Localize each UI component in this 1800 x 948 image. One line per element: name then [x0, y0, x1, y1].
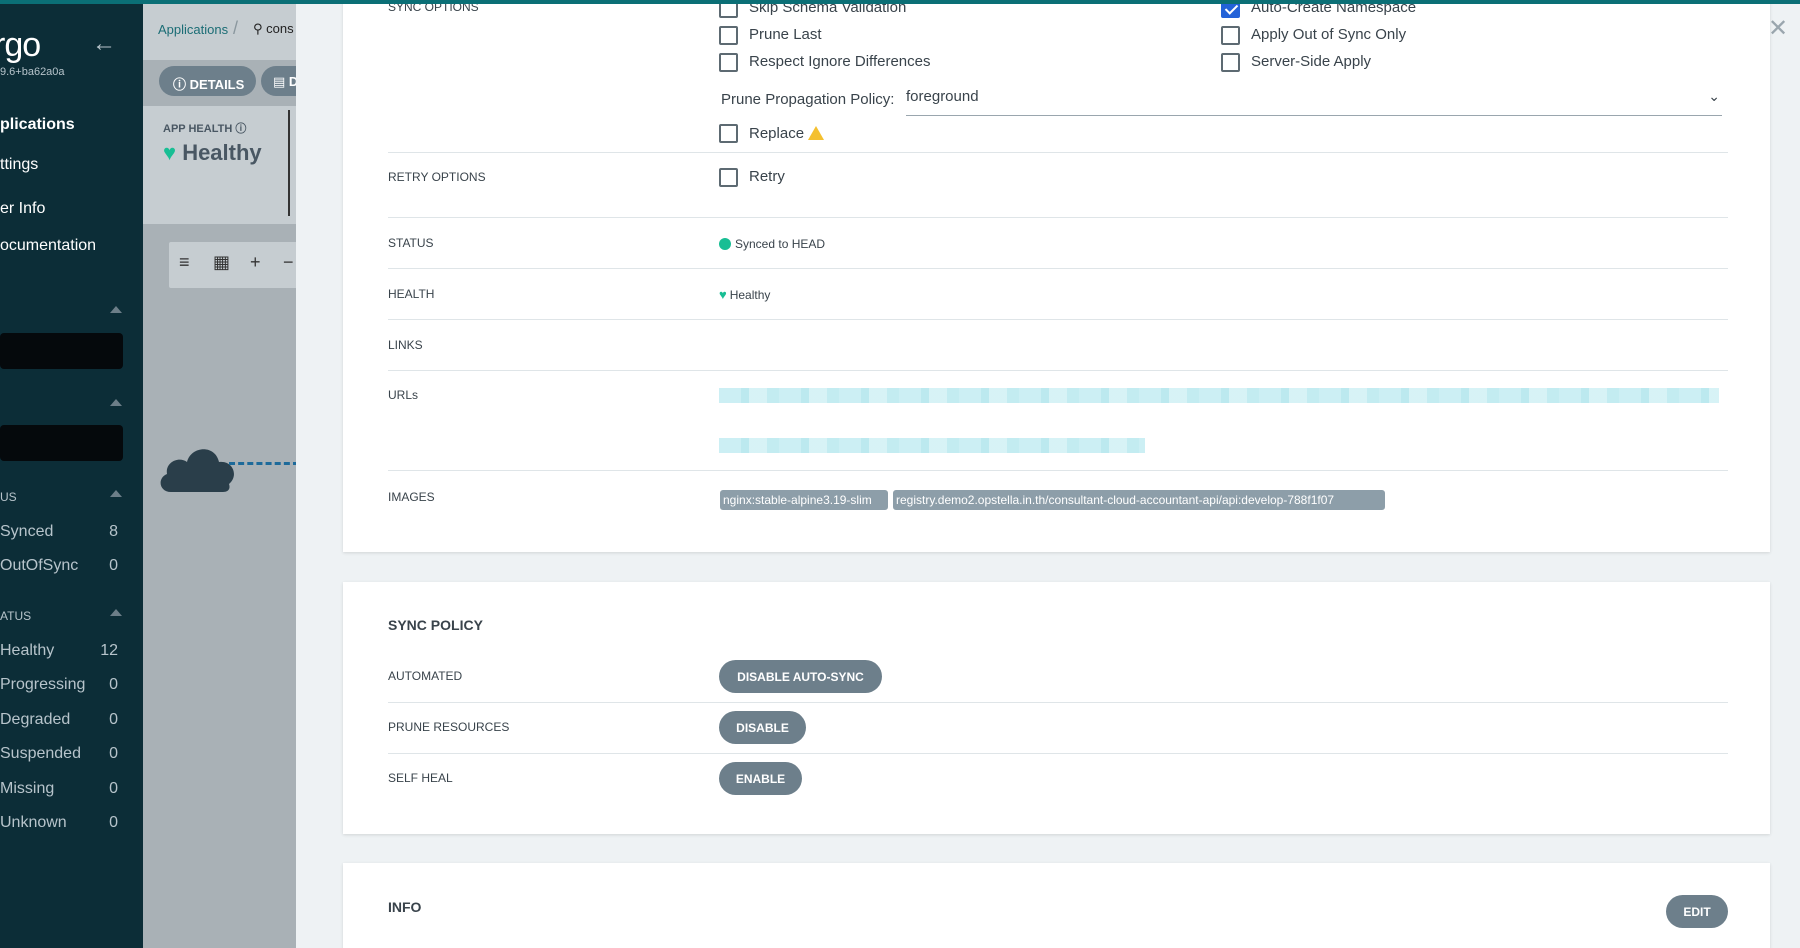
respect-ignore-differences-label: Respect Ignore Differences — [749, 53, 931, 70]
heart-icon: ♥ — [719, 287, 727, 302]
breadcrumb-search[interactable]: ⚲ cons — [253, 21, 294, 37]
prune-last-checkbox[interactable] — [719, 26, 738, 45]
breadcrumb-applications-link[interactable]: Applications — [158, 22, 228, 37]
prune-propagation-policy-select[interactable]: foreground ⌄ — [906, 86, 1722, 116]
server-side-apply-label: Server-Side Apply — [1251, 53, 1372, 70]
heart-icon: ♥ — [163, 140, 177, 165]
fit-view-icon[interactable]: ▦ — [213, 252, 230, 273]
retry-label: Retry — [749, 168, 785, 185]
divider — [388, 470, 1728, 471]
replace-label: Replace — [749, 124, 825, 142]
collapse-caret-icon[interactable] — [110, 490, 122, 497]
status-value: Synced to HEAD — [719, 236, 825, 251]
breadcrumb-separator: / — [233, 18, 239, 38]
filter-unknown[interactable]: Unknown 0 — [0, 814, 118, 832]
check-circle-icon — [719, 238, 731, 250]
sync-status-title: US — [0, 490, 17, 504]
info-icon: ⓘ — [173, 77, 187, 92]
replace-checkbox[interactable] — [719, 124, 738, 143]
redacted-filter-input[interactable] — [0, 333, 123, 369]
summary-card: SYNC OPTIONS Skip Schema Validation Prun… — [343, 0, 1770, 552]
collapse-caret-icon[interactable] — [110, 306, 122, 313]
urls-label: URLs — [388, 388, 419, 402]
details-button[interactable]: ⓘ DETAILS — [159, 66, 256, 96]
sync-policy-title: SYNC POLICY — [388, 617, 483, 633]
info-title: INFO — [388, 899, 422, 915]
divider — [288, 110, 290, 216]
close-icon[interactable]: ✕ — [1768, 14, 1788, 43]
prune-propagation-policy-label: Prune Propagation Policy: — [721, 91, 895, 108]
graph-edge — [229, 462, 299, 465]
image-tag: nginx:stable-alpine3.19-slim — [720, 490, 888, 510]
app-health-value: ♥ Healthy — [163, 140, 262, 165]
filter-suspended[interactable]: Suspended 0 — [0, 745, 118, 763]
redacted-filter-input[interactable] — [0, 425, 123, 461]
nav-item-user-info[interactable]: er Info — [0, 200, 45, 218]
document-icon: ▤ — [273, 74, 286, 89]
redacted-url-link[interactable] — [719, 438, 1145, 453]
arrow-left-icon[interactable]: ← — [92, 30, 116, 58]
sync-policy-card: SYNC POLICY AUTOMATED DISABLE AUTO-SYNC … — [343, 582, 1770, 834]
retry-options-label: RETRY OPTIONS — [388, 170, 486, 184]
disable-prune-button[interactable]: DISABLE — [719, 711, 806, 744]
left-navigation: rgo 9.6+ba62a0a ← plications ttings er I… — [0, 0, 143, 948]
self-heal-label: SELF HEAL — [388, 771, 453, 785]
filter-progressing[interactable]: Progressing 0 — [0, 676, 118, 694]
image-tag: registry.demo2.opstella.in.th/consultant… — [893, 490, 1385, 510]
top-accent-bar — [0, 0, 1800, 4]
images-label: IMAGES — [388, 490, 435, 504]
app-health-label: APP HEALTH ⓘ — [163, 123, 247, 135]
links-label: LINKS — [388, 338, 423, 352]
nav-item-documentation[interactable]: ocumentation — [0, 237, 96, 255]
collapse-caret-icon[interactable] — [110, 609, 122, 616]
nav-item-settings[interactable]: ttings — [0, 156, 38, 174]
search-icon: ⚲ — [253, 21, 263, 36]
collapse-caret-icon[interactable] — [110, 399, 122, 406]
respect-ignore-differences-checkbox[interactable] — [719, 53, 738, 72]
health-status-title: ATUS — [0, 609, 32, 623]
divider — [388, 152, 1728, 153]
divider — [388, 702, 1728, 703]
divider — [388, 319, 1728, 320]
divider — [388, 268, 1728, 269]
argo-logo: rgo — [0, 26, 41, 64]
prune-last-label: Prune Last — [749, 26, 822, 43]
health-label: HEALTH — [388, 287, 435, 301]
app-details-panel: ✕ SYNC OPTIONS Skip Schema Validation Pr… — [296, 0, 1800, 948]
redacted-url-link[interactable] — [719, 388, 1719, 403]
nav-item-applications[interactable]: plications — [0, 116, 75, 134]
info-card: INFO EDIT — [343, 863, 1770, 948]
filter-missing[interactable]: Missing 0 — [0, 780, 118, 798]
divider — [388, 217, 1728, 218]
automated-label: AUTOMATED — [388, 669, 463, 683]
prune-propagation-policy-value: foreground — [906, 88, 979, 105]
filter-synced[interactable]: Synced 8 — [0, 523, 118, 541]
apply-out-of-sync-only-checkbox[interactable] — [1221, 26, 1240, 45]
disable-auto-sync-button[interactable]: DISABLE AUTO-SYNC — [719, 660, 882, 693]
retry-checkbox[interactable] — [719, 168, 738, 187]
warning-icon — [808, 126, 825, 140]
apply-out-of-sync-only-label: Apply Out of Sync Only — [1251, 26, 1407, 43]
health-value: ♥ Healthy — [719, 287, 771, 302]
enable-self-heal-button[interactable]: ENABLE — [719, 762, 802, 795]
filter-degraded[interactable]: Degraded 0 — [0, 711, 118, 729]
status-label: STATUS — [388, 236, 434, 250]
divider — [388, 370, 1728, 371]
zoom-in-icon[interactable]: + — [250, 252, 261, 273]
cloud-icon — [160, 449, 234, 492]
filter-healthy[interactable]: Healthy 12 — [0, 642, 118, 660]
zoom-out-icon[interactable]: − — [283, 252, 294, 273]
list-view-icon[interactable]: ≡ — [179, 252, 190, 273]
help-icon: ⓘ — [235, 123, 247, 135]
chevron-down-icon: ⌄ — [1708, 88, 1720, 104]
server-side-apply-checkbox[interactable] — [1221, 53, 1240, 72]
filter-outofsync[interactable]: OutOfSync 0 — [0, 557, 118, 575]
divider — [388, 753, 1728, 754]
version-label: 9.6+ba62a0a — [0, 66, 65, 78]
edit-button[interactable]: EDIT — [1666, 895, 1728, 928]
prune-resources-label: PRUNE RESOURCES — [388, 720, 510, 734]
